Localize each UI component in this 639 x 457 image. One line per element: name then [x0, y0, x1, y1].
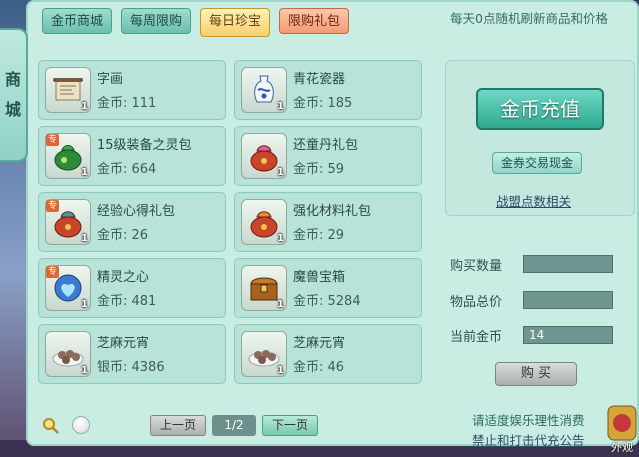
pager: 上一页 1/2 下一页 — [150, 415, 319, 436]
item-name: 经验心得礼包 — [97, 204, 176, 219]
appearance-label[interactable]: 外观 — [611, 439, 633, 455]
item-quantity: 1 — [277, 365, 284, 376]
item-slot: 专 1 — [45, 265, 91, 311]
shop-item[interactable]: 专 1 15级装备之灵包 金币: 664 — [38, 126, 226, 186]
item-name: 强化材料礼包 — [293, 204, 372, 219]
item-name: 还童丹礼包 — [293, 138, 359, 153]
voucher-trade-button[interactable]: 金券交易现金 — [492, 152, 582, 174]
buy-quantity-field[interactable] — [523, 255, 613, 273]
page-indicator: 1/2 — [212, 415, 257, 436]
tab-weekly-limited[interactable]: 每周限购 — [121, 8, 192, 34]
item-price: 银币: 4386 — [97, 360, 165, 375]
item-name: 精灵之心 — [97, 270, 150, 285]
item-price: 金币: 185 — [293, 96, 353, 111]
exclusive-tag: 专 — [46, 200, 60, 212]
exclusive-tag: 专 — [46, 134, 60, 146]
total-price-field — [523, 291, 613, 309]
side-tab-char: 商 — [4, 70, 21, 89]
toggle-dot[interactable] — [72, 416, 90, 434]
next-page-button[interactable]: 下一页 — [262, 415, 319, 436]
item-price: 金币: 481 — [97, 294, 157, 309]
item-price: 金币: 5284 — [293, 294, 361, 309]
item-slot: 1 — [241, 199, 287, 245]
item-name: 芝麻元宵 — [293, 336, 346, 351]
item-slot: 1 — [45, 331, 91, 377]
item-slot: 1 — [241, 331, 287, 377]
item-name: 芝麻元宵 — [97, 336, 150, 351]
shop-item[interactable]: 专 1 精灵之心 金币: 481 — [38, 258, 226, 318]
tab-daily-treasure[interactable]: 每日珍宝 — [200, 8, 271, 37]
shop-panel: 金币商城 每周限购 每日珍宝 限购礼包 每天0点随机刷新商品和价格 1 字画 金… — [26, 0, 639, 449]
shop-item[interactable]: 1 青花瓷器 金币: 185 — [234, 60, 422, 120]
item-price: 金币: 59 — [293, 162, 345, 177]
item-quantity: 1 — [81, 233, 88, 244]
tab-gold-shop[interactable]: 金币商城 — [42, 8, 113, 34]
item-quantity: 1 — [277, 101, 284, 112]
buy-quantity-label: 购买数量 — [450, 259, 503, 274]
shop-item[interactable]: 1 还童丹礼包 金币: 59 — [234, 126, 422, 186]
item-quantity: 1 — [81, 299, 88, 310]
shop-item[interactable]: 1 字画 金币: 111 — [38, 60, 226, 120]
tab-limited-gift[interactable]: 限购礼包 — [279, 8, 350, 34]
item-quantity: 1 — [81, 167, 88, 178]
item-grid: 1 字画 金币: 111 1 青花瓷器 金币: 185 专 1 15级装备之灵包… — [38, 60, 428, 384]
shop-item[interactable]: 专 1 经验心得礼包 金币: 26 — [38, 192, 226, 252]
item-slot: 1 — [241, 133, 287, 179]
item-quantity: 1 — [277, 299, 284, 310]
refresh-notice: 每天0点随机刷新商品和价格 — [450, 11, 608, 26]
gold-recharge-button[interactable]: 金币充值 — [476, 88, 604, 130]
current-gold-field: 14 — [523, 326, 613, 344]
shop-item[interactable]: 1 强化材料礼包 金币: 29 — [234, 192, 422, 252]
shop-item[interactable]: 1 魔兽宝箱 金币: 5284 — [234, 258, 422, 318]
item-name: 15级装备之灵包 — [97, 138, 192, 153]
item-slot: 1 — [241, 265, 287, 311]
item-price: 金币: 46 — [293, 360, 345, 375]
anti-proxy-recharge-link[interactable]: 禁止和打击代充公告 — [472, 430, 585, 449]
item-name: 字画 — [97, 72, 124, 87]
alliance-points-link[interactable]: 战盟点数相关 — [496, 191, 571, 210]
item-slot: 1 — [45, 67, 91, 113]
shop-item[interactable]: 1 芝麻元宵 金币: 46 — [234, 324, 422, 384]
item-slot: 专 1 — [45, 133, 91, 179]
item-price: 金币: 29 — [293, 228, 345, 243]
item-price: 金币: 664 — [97, 162, 157, 177]
item-quantity: 1 — [277, 233, 284, 244]
exclusive-tag: 专 — [46, 266, 60, 278]
buy-button[interactable]: 购 买 — [495, 362, 577, 386]
item-quantity: 1 — [81, 101, 88, 112]
item-slot: 专 1 — [45, 199, 91, 245]
current-gold-label: 当前金币 — [450, 330, 503, 345]
item-price: 金币: 111 — [97, 96, 157, 111]
item-slot: 1 — [241, 67, 287, 113]
moderate-play-notice: 请适度娱乐理性消费 — [472, 413, 585, 428]
shop-item[interactable]: 1 芝麻元宵 银币: 4386 — [38, 324, 226, 384]
item-name: 魔兽宝箱 — [293, 270, 346, 285]
item-price: 金币: 26 — [97, 228, 149, 243]
shop-tabs: 金币商城 每周限购 每日珍宝 限购礼包 — [42, 8, 350, 37]
side-tab-char: 城 — [4, 100, 21, 119]
item-name: 青花瓷器 — [293, 72, 346, 87]
prev-page-button[interactable]: 上一页 — [150, 415, 207, 436]
total-price-label: 物品总价 — [450, 295, 503, 310]
shop-side-tab[interactable]: 商 城 — [0, 28, 28, 162]
magnifier-icon[interactable] — [42, 417, 60, 435]
item-quantity: 1 — [81, 365, 88, 376]
item-quantity: 1 — [277, 167, 284, 178]
recharge-box: 金币充值 金券交易现金 战盟点数相关 — [445, 60, 635, 216]
